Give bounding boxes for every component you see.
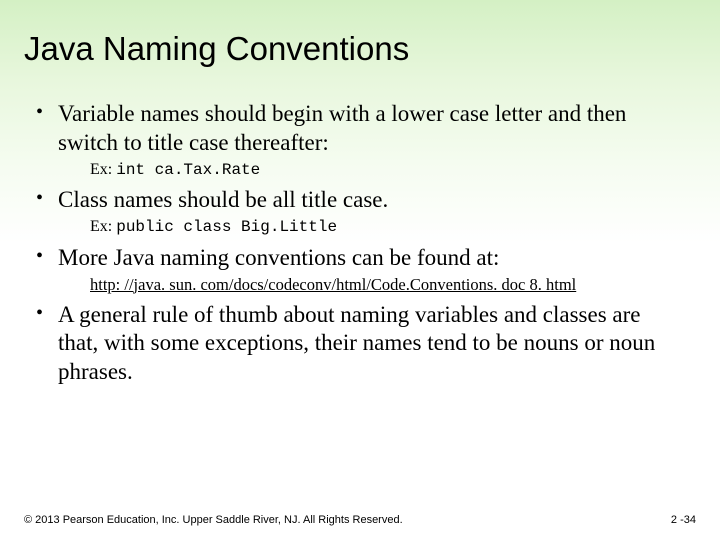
bullet-item: Class names should be all title case. <box>34 186 686 215</box>
example-label: Ex: <box>90 218 116 235</box>
example-line: Ex: public class Big.Little <box>34 217 686 238</box>
example-code: int ca.Tax.Rate <box>116 161 260 179</box>
url-link[interactable]: http: //java. sun. com/docs/codeconv/htm… <box>34 275 686 295</box>
bullet-item: A general rule of thumb about naming var… <box>34 301 686 387</box>
example-code: public class Big.Little <box>116 218 337 236</box>
example-line: Ex: int ca.Tax.Rate <box>34 160 686 181</box>
bullet-item: More Java naming conventions can be foun… <box>34 244 686 273</box>
bullet-list: Variable names should begin with a lower… <box>34 100 686 387</box>
bullet-item: Variable names should begin with a lower… <box>34 100 686 158</box>
slide-footer: © 2013 Pearson Education, Inc. Upper Sad… <box>24 514 696 526</box>
slide-content: Variable names should begin with a lower… <box>0 68 720 387</box>
copyright-text: © 2013 Pearson Education, Inc. Upper Sad… <box>24 514 403 526</box>
slide-title: Java Naming Conventions <box>0 0 720 68</box>
page-number: 2 -34 <box>671 514 696 526</box>
example-label: Ex: <box>90 161 116 178</box>
